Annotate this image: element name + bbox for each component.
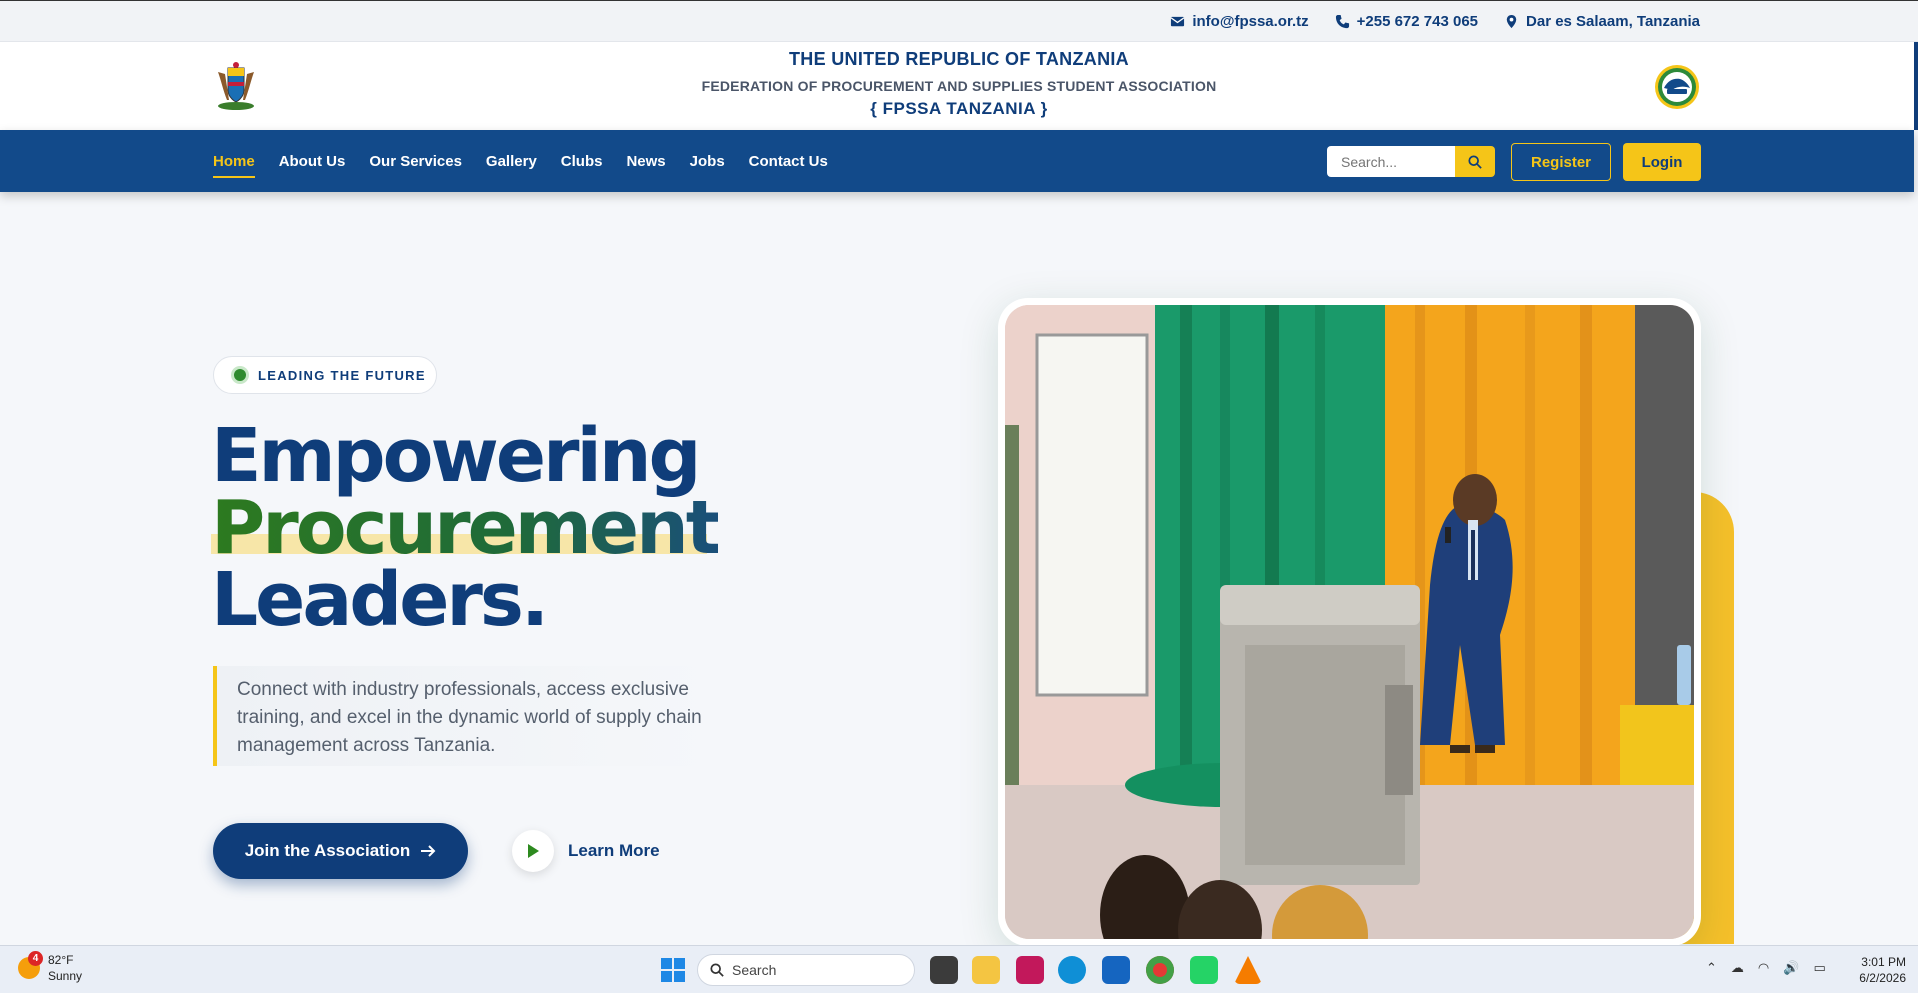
site-header: THE UNITED REPUBLIC OF TANZANIA FEDERATI…: [0, 42, 1918, 130]
nav-our-services[interactable]: Our Services: [369, 130, 462, 192]
chevron-up-icon[interactable]: ⌃: [1706, 960, 1717, 976]
weather-widget[interactable]: 4 82°F Sunny: [18, 951, 82, 984]
login-button[interactable]: Login: [1623, 143, 1701, 181]
edge-icon[interactable]: [1058, 956, 1086, 984]
map-pin-icon: [1506, 14, 1517, 28]
search-button[interactable]: [1455, 146, 1495, 177]
location-text: Dar es Salaam, Tanzania: [1526, 12, 1700, 30]
email-contact[interactable]: info@fpssa.or.tz: [1170, 12, 1309, 30]
headline-line-1: Empowering: [211, 413, 702, 499]
location-contact[interactable]: Dar es Salaam, Tanzania: [1504, 13, 1700, 30]
headline-line-2: Procurement: [211, 485, 721, 571]
main-navigation: Home About Us Our Services Gallery Clubs…: [0, 130, 1914, 192]
notification-badge: 4: [28, 951, 43, 966]
status-dot-icon: [234, 369, 246, 381]
learn-more-button[interactable]: Learn More: [512, 830, 660, 872]
taskbar-search-label: Search: [732, 962, 777, 978]
email-text: info@fpssa.or.tz: [1192, 12, 1309, 30]
windows-taskbar: 4 82°F Sunny Search ⌃ ☁ ◠ 🔊 ▭ 3:01 PM 6/…: [0, 945, 1918, 993]
file-explorer-icon[interactable]: [972, 956, 1000, 984]
hero-description: Connect with industry professionals, acc…: [213, 666, 715, 766]
taskbar-search[interactable]: Search: [697, 954, 915, 986]
battery-icon[interactable]: ▭: [1813, 960, 1825, 976]
fpssa-logo[interactable]: [1654, 64, 1700, 110]
headline-line-2-wrap: Procurement: [211, 485, 721, 571]
headline-line-3: Leaders.: [211, 557, 549, 643]
weather-temperature: 82°F: [48, 953, 74, 967]
search-icon: [710, 963, 724, 977]
search-input[interactable]: [1327, 146, 1455, 177]
hero-photo-frame: [998, 298, 1701, 985]
nav-links: Home About Us Our Services Gallery Clubs…: [213, 130, 828, 192]
weather-text: 82°F Sunny: [48, 952, 82, 984]
system-tray: ⌃ ☁ ◠ 🔊 ▭: [1706, 960, 1826, 976]
volume-icon[interactable]: 🔊: [1783, 960, 1799, 976]
hero-badge: LEADING THE FUTURE: [213, 356, 437, 394]
nav-about-us[interactable]: About Us: [279, 130, 346, 192]
nav-jobs[interactable]: Jobs: [690, 130, 725, 192]
contact-bar: info@fpssa.or.tz +255 672 743 065 Dar es…: [0, 0, 1918, 42]
envelope-icon: [1170, 16, 1185, 26]
taskbar-clock[interactable]: 3:01 PM 6/2/2026: [1859, 954, 1906, 986]
play-icon: [528, 844, 539, 858]
chrome-icon[interactable]: [1146, 956, 1174, 984]
phone-icon: [1335, 14, 1349, 28]
country-title: THE UNITED REPUBLIC OF TANZANIA: [789, 49, 1129, 69]
sun-icon: 4: [18, 951, 43, 979]
join-association-button[interactable]: Join the Association: [213, 823, 468, 879]
windows-start-icon[interactable]: [661, 958, 685, 982]
hero-badge-label: LEADING THE FUTURE: [258, 367, 426, 383]
register-button[interactable]: Register: [1511, 143, 1611, 181]
nav-gallery[interactable]: Gallery: [486, 130, 537, 192]
nav-clubs[interactable]: Clubs: [561, 130, 603, 192]
hero-photo-speaker-at-podium: [1005, 305, 1694, 985]
search-icon: [1468, 154, 1482, 169]
learn-more-label: Learn More: [568, 841, 660, 860]
store-icon[interactable]: [1102, 956, 1130, 984]
task-view-icon[interactable]: [930, 956, 958, 984]
header-titles: THE UNITED REPUBLIC OF TANZANIA FEDERATI…: [0, 49, 1918, 119]
wifi-icon[interactable]: ◠: [1758, 960, 1769, 976]
nav-contact-us[interactable]: Contact Us: [749, 130, 828, 192]
hero-headline: Empowering Procurement Leaders.: [211, 413, 721, 643]
organization-name: FEDERATION OF PROCUREMENT AND SUPPLIES S…: [701, 78, 1217, 94]
arrow-right-icon: [421, 845, 436, 857]
nav-home[interactable]: Home: [213, 130, 255, 192]
weather-condition: Sunny: [48, 969, 83, 983]
onedrive-icon[interactable]: ☁: [1731, 960, 1744, 976]
clock-time: 3:01 PM: [1861, 955, 1906, 969]
office-icon[interactable]: [1016, 956, 1044, 984]
whatsapp-icon[interactable]: [1190, 956, 1218, 984]
nav-news[interactable]: News: [626, 130, 665, 192]
play-button-circle: [512, 830, 554, 872]
phone-text: +255 672 743 065: [1356, 12, 1479, 30]
vlc-icon[interactable]: [1234, 956, 1262, 984]
clock-date: 6/2/2026: [1859, 971, 1906, 985]
header-edge: [1914, 42, 1918, 130]
organization-acronym: { FPSSA TANZANIA }: [870, 99, 1048, 118]
phone-contact[interactable]: +255 672 743 065: [1335, 13, 1478, 30]
join-button-label: Join the Association: [244, 841, 411, 860]
